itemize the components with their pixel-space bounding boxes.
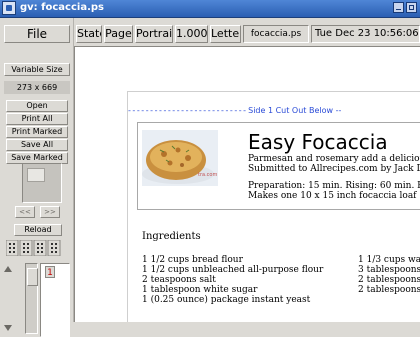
next-page-button[interactable]: >>	[40, 206, 60, 218]
scale-button[interactable]: 1.000	[175, 25, 208, 43]
media-button[interactable]: Letter	[210, 25, 241, 43]
page-panner[interactable]	[22, 163, 62, 203]
reload-button[interactable]: Reload	[14, 224, 62, 236]
recipe-title: Easy Focaccia	[248, 130, 388, 154]
save-all-button[interactable]: Save All	[6, 139, 68, 151]
ingredient-item: 1 1/2 cups bread flour	[142, 255, 243, 265]
variable-size-button[interactable]: Variable Size	[4, 63, 70, 76]
scrollbar-thumb[interactable]	[27, 268, 38, 286]
orientation-button[interactable]: Portrait	[135, 25, 173, 43]
cut-line-label: Side 1 Cut Out Below --	[248, 106, 342, 115]
cut-line: - - - - - - - - - - - - - - - - - - - - …	[128, 106, 420, 115]
ingredient-item: 1 tablespoon white sugar	[142, 285, 258, 295]
window-title: gv: focaccia.ps	[20, 2, 104, 13]
previous-page-button[interactable]: <<	[15, 206, 35, 218]
ingredient-item: 3 tablespoons e	[358, 265, 420, 275]
scroll-up-icon[interactable]	[4, 266, 12, 272]
recipe-subtitle-line: Submitted to Allrecipes.com by Jack Dic	[248, 164, 420, 174]
state-button[interactable]: State	[76, 25, 102, 43]
ingredients-heading: Ingredients	[142, 231, 201, 242]
title-bar: gv: focaccia.ps	[0, 0, 420, 18]
page-mark-toggle-icons[interactable]	[6, 240, 62, 256]
page: - - - - - - - - - - - - - - - - - - - - …	[127, 91, 420, 322]
ingredient-item: 1 1/2 cups unbleached all-purpose flour	[142, 265, 324, 275]
maximize-icon[interactable]	[406, 2, 417, 13]
focaccia-photo: tra.com	[142, 130, 218, 186]
page-dimensions: 273 x 669	[4, 81, 70, 94]
filename-display: focaccia.ps	[243, 25, 309, 43]
photo-watermark: tra.com	[198, 172, 217, 178]
file-menu-button[interactable]: File	[4, 25, 70, 43]
open-button[interactable]: Open	[6, 100, 68, 112]
ingredient-item: 2 tablespoons g	[358, 285, 420, 295]
page-list-scrollbar[interactable]	[25, 263, 38, 334]
document-view[interactable]: - - - - - - - - - - - - - - - - - - - - …	[74, 46, 420, 322]
cut-dashes: - - - - - - - - - - - - - - - - - - - - …	[128, 106, 246, 115]
ingredient-item: 1 1/3 cups warm	[358, 255, 420, 265]
minimize-icon[interactable]	[393, 2, 404, 13]
recipe-prep-line: Preparation: 15 min. Rising: 60 min. Ba	[248, 181, 420, 191]
recipe-yield-line: Makes one 10 x 15 inch focaccia loaf (15	[248, 191, 420, 201]
ingredient-item: 2 teaspoons salt	[142, 275, 216, 285]
page-button[interactable]: Page	[104, 25, 133, 43]
app-icon	[2, 1, 16, 15]
panner-viewport[interactable]	[27, 168, 45, 182]
page-list-item[interactable]: 1	[45, 266, 55, 278]
print-all-button[interactable]: Print All	[6, 113, 68, 125]
control-panel: File Variable Size 273 x 669 Open Print …	[0, 18, 74, 337]
print-marked-button[interactable]: Print Marked	[6, 126, 68, 138]
recipe-subtitle-line: Parmesan and rosemary add a delicious f	[248, 154, 420, 164]
ingredient-item: 2 tablespoons c	[358, 275, 420, 285]
date-display: Tue Dec 23 10:56:06 2003	[311, 25, 420, 43]
page-list[interactable]: 1	[40, 263, 70, 337]
ingredient-item: 1 (0.25 ounce) package instant yeast	[142, 295, 311, 305]
scroll-down-icon[interactable]	[4, 325, 12, 331]
